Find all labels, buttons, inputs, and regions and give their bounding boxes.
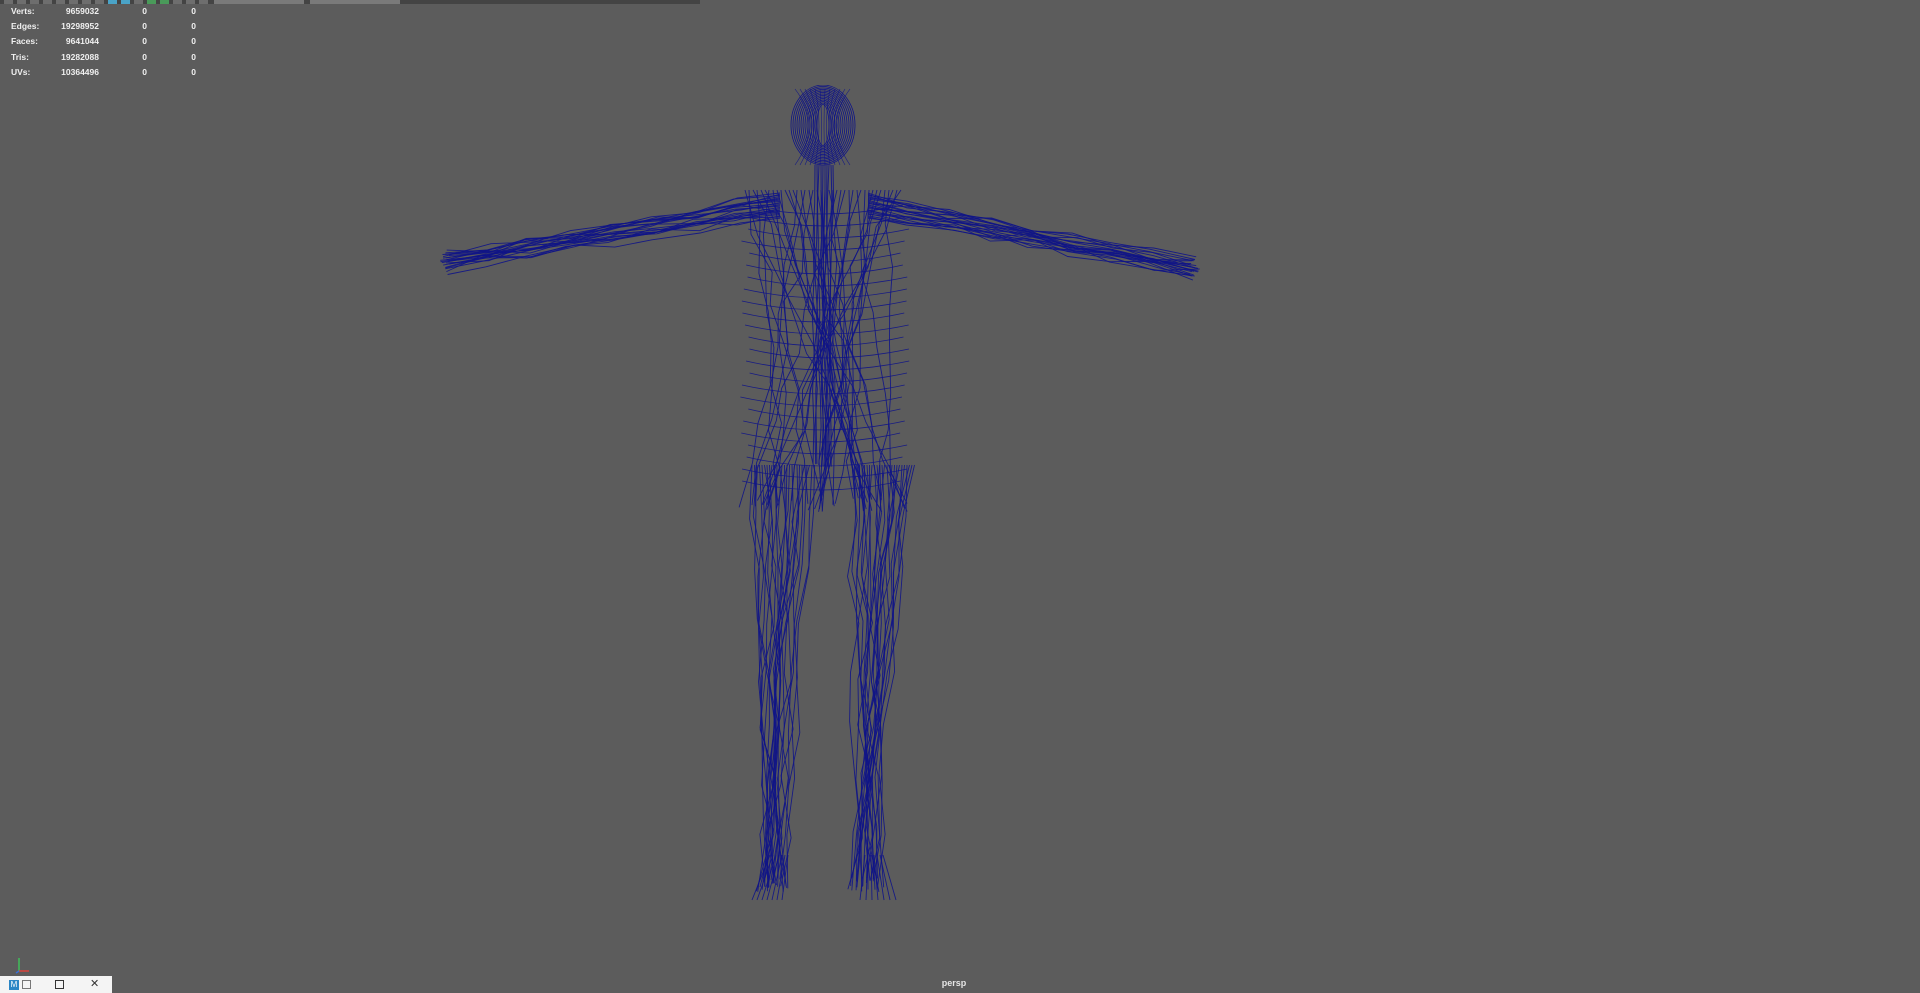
toolbar-icon-16[interactable] (199, 0, 208, 4)
hud-component-value: 0 (191, 21, 196, 32)
hud-component-value: 0 (191, 6, 196, 16)
gamma-field[interactable] (310, 0, 400, 4)
maximize-icon[interactable] (55, 980, 64, 989)
axis-gizmo-icon (12, 955, 32, 975)
wireframe-human-model[interactable] (440, 85, 1200, 905)
camera-label: persp (941, 978, 967, 988)
restore-icon[interactable] (22, 980, 31, 989)
hud-component-value: 0 (191, 51, 196, 62)
close-icon[interactable]: ✕ (90, 979, 99, 990)
hud-component-value: 0 (191, 36, 196, 47)
maya-app-icon[interactable]: M (9, 979, 19, 990)
hud-component-value: 0 (191, 66, 196, 77)
viewport-persp[interactable]: Verts: 9659032 0 0 Edges: 19298952 0 0 Faces: 964… (0, 0, 1920, 993)
window-controls: M ✕ (0, 976, 112, 993)
exposure-field[interactable] (214, 0, 304, 4)
